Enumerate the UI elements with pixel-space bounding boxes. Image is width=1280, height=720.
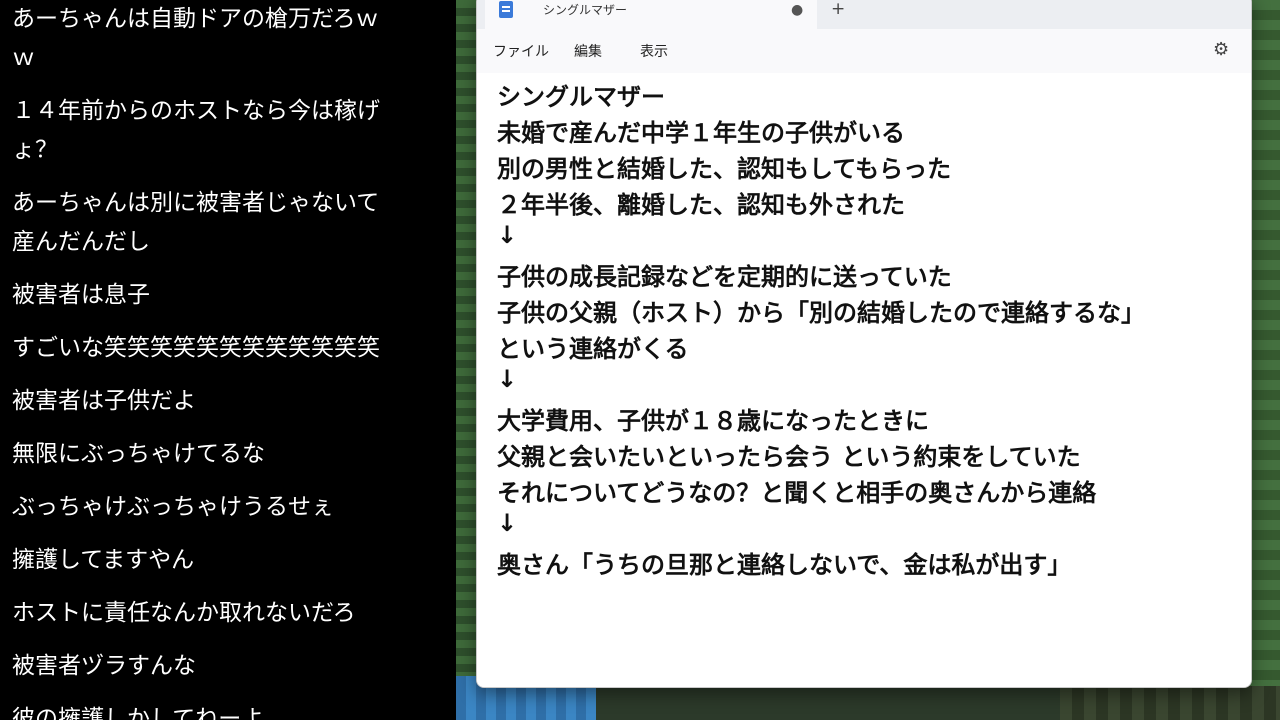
text-line: それについてどうなの？と聞くと相手の奥さんから連絡 — [497, 479, 1097, 507]
text-line: 別の男性と結婚した、認知もしてもらった — [497, 155, 952, 183]
tab-title: シングルマザー — [543, 3, 628, 17]
text-line: 父親と会いたいといったら会う という約束をしていた — [497, 443, 1081, 471]
new-tab-button[interactable]: + — [831, 0, 845, 19]
comment-text: 被害者ヅラすんな — [12, 653, 196, 679]
text-line: ↓ — [497, 365, 518, 393]
tab-bar: シングルマザー ● + — [477, 0, 1251, 29]
comment-item: 擁護してますやん — [0, 541, 456, 580]
gear-icon[interactable]: ⚙ — [1213, 39, 1229, 60]
comment-item: すごいな笑笑笑笑笑笑笑笑笑笑笑笑 — [0, 329, 456, 368]
comment-text: あーちゃんは自動ドアの槍万だろｗ — [12, 6, 379, 32]
comment-item: ぶっちゃけぶっちゃけうるせぇ — [0, 488, 456, 527]
comment-text: すごいな笑笑笑笑笑笑笑笑笑笑笑笑 — [12, 335, 380, 361]
notepad-window[interactable]: シングルマザー ● + ファイル 編集 表示 ⚙ シングルマザー未婚で産んだ中学… — [476, 0, 1252, 688]
text-line: 子供の成長記録などを定期的に送っていた — [497, 263, 952, 291]
text-line: シングルマザー — [497, 83, 665, 111]
comment-item: 被害者は子供だよ — [0, 382, 456, 421]
comment-item: 彼の擁護しかしてねーよ — [0, 700, 456, 720]
text-editor[interactable]: シングルマザー未婚で産んだ中学１年生の子供がいる別の男性と結婚した、認知もしても… — [477, 73, 1251, 687]
text-line: 未婚で産んだ中学１年生の子供がいる — [497, 119, 905, 147]
comment-text: 擁護してますやん — [12, 547, 195, 573]
notepad-icon — [499, 1, 513, 18]
text-line: ↓ — [497, 509, 518, 537]
comment-item: １４年前からのホストなら今は稼げ ょ？ — [0, 92, 456, 170]
comment-item: あーちゃんは自動ドアの槍万だろｗ ｗ — [0, 0, 456, 78]
comment-item: あーちゃんは別に被害者じゃないて 産んだんだし — [0, 184, 456, 262]
grass-strip-right — [1250, 0, 1280, 720]
comment-item: 無限にぶっちゃけてるな — [0, 435, 456, 474]
comment-text: １４年前からのホストなら今は稼げ — [12, 98, 380, 124]
menu-file[interactable]: ファイル — [493, 41, 549, 61]
text-line: 大学費用、子供が１８歳になったときに — [497, 407, 929, 435]
text-line: という連絡がくる — [497, 335, 689, 363]
comment-text: 被害者は子供だよ — [12, 388, 196, 414]
text-line: ２年半後、離婚した、認知も外された — [497, 191, 905, 219]
comment-text: 彼の擁護しかしてねーよ — [12, 706, 265, 720]
ground-tiles — [1060, 686, 1280, 720]
comment-item: 被害者ヅラすんな — [0, 647, 456, 686]
comment-text: 被害者は息子 — [12, 282, 150, 308]
menu-view[interactable]: 表示 — [640, 41, 668, 61]
comment-text: ぶっちゃけぶっちゃけうるせぇ — [12, 494, 334, 520]
comment-item: 被害者は息子 — [0, 276, 456, 315]
grass-strip-left — [456, 0, 478, 720]
comment-text: 産んだんだし — [12, 229, 150, 255]
text-line: 奥さん「うちの旦那と連絡しないで、金は私が出す」 — [497, 551, 1072, 579]
comment-item: ホストに責任なんか取れないだろ — [0, 594, 456, 633]
text-line: 子供の父親（ホスト）から「別の結婚したので連絡するな」 — [497, 299, 1145, 327]
unsaved-dot-icon[interactable]: ● — [791, 2, 803, 18]
menu-edit[interactable]: 編集 — [574, 41, 602, 61]
comment-text: 無限にぶっちゃけてるな — [12, 441, 265, 467]
text-line: ↓ — [497, 221, 518, 249]
screen: あーちゃんは自動ドアの槍万だろｗ ｗ １４年前からのホストなら今は稼げ ょ？ あーちゃん… — [0, 0, 1280, 720]
comment-stream: あーちゃんは自動ドアの槍万だろｗ ｗ １４年前からのホストなら今は稼げ ょ？ あーちゃん… — [0, 0, 456, 720]
comment-text: ょ？ — [12, 137, 58, 163]
comment-text: ｗ — [12, 45, 35, 71]
menu-bar: ファイル 編集 表示 ⚙ — [477, 29, 1251, 73]
tab-document[interactable]: シングルマザー ● — [485, 0, 817, 29]
comment-text: ホストに責任なんか取れないだろ — [12, 600, 356, 626]
comment-text: あーちゃんは別に被害者じゃないて — [12, 190, 380, 216]
